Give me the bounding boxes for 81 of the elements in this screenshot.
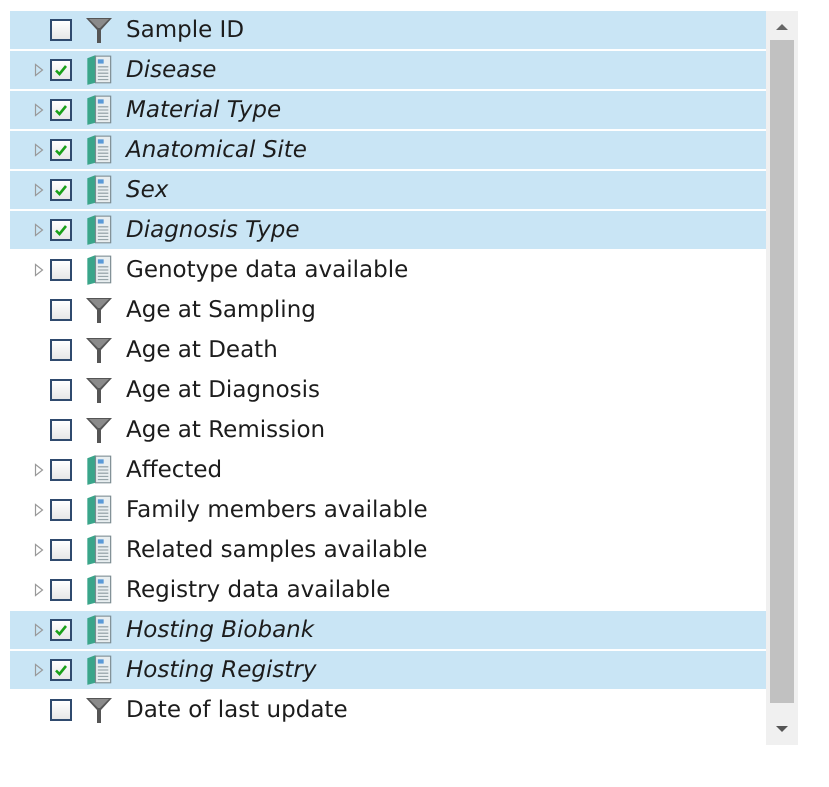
row-label: Sample ID bbox=[126, 17, 244, 43]
checkbox[interactable] bbox=[50, 139, 72, 161]
checkbox[interactable] bbox=[50, 59, 72, 81]
book-icon bbox=[85, 574, 113, 606]
checkbox[interactable] bbox=[50, 259, 72, 281]
row-label: Anatomical Site bbox=[126, 137, 307, 163]
book-icon bbox=[85, 254, 113, 286]
row-label: Related samples available bbox=[126, 537, 428, 563]
tree-row[interactable]: Sex bbox=[10, 171, 766, 209]
checkbox[interactable] bbox=[50, 499, 72, 521]
tree-row[interactable]: Hosting Registry bbox=[10, 651, 766, 689]
tree-row[interactable]: Diagnosis Type bbox=[10, 211, 766, 249]
book-icon bbox=[85, 454, 113, 486]
checkbox[interactable] bbox=[50, 299, 72, 321]
tree-row[interactable]: Registry data available bbox=[10, 571, 766, 609]
tree-row[interactable]: Age at Diagnosis bbox=[10, 371, 766, 409]
book-icon bbox=[85, 614, 113, 646]
tree-row[interactable]: Date of last update bbox=[10, 691, 766, 729]
checkbox[interactable] bbox=[50, 339, 72, 361]
checkbox[interactable] bbox=[50, 419, 72, 441]
row-label: Disease bbox=[126, 57, 216, 83]
checkbox[interactable] bbox=[50, 99, 72, 121]
row-label: Genotype data available bbox=[126, 257, 408, 283]
tree-row[interactable]: Hosting Biobank bbox=[10, 611, 766, 649]
funnel-icon bbox=[85, 16, 113, 44]
scroll-thumb[interactable] bbox=[770, 40, 794, 703]
book-icon bbox=[85, 54, 113, 86]
tree-row[interactable]: Affected bbox=[10, 451, 766, 489]
funnel-icon bbox=[85, 416, 113, 444]
tree-row[interactable]: Related samples available bbox=[10, 531, 766, 569]
row-label: Hosting Registry bbox=[126, 657, 316, 683]
funnel-icon bbox=[85, 296, 113, 324]
tree-row[interactable]: Family members available bbox=[10, 491, 766, 529]
checkbox[interactable] bbox=[50, 219, 72, 241]
checkbox[interactable] bbox=[50, 539, 72, 561]
expander-icon[interactable] bbox=[34, 463, 44, 477]
tree-row[interactable]: Anatomical Site bbox=[10, 131, 766, 169]
checkbox[interactable] bbox=[50, 699, 72, 721]
tree-row[interactable]: Age at Sampling bbox=[10, 291, 766, 329]
row-label: Date of last update bbox=[126, 697, 348, 723]
book-icon bbox=[85, 214, 113, 246]
checkbox[interactable] bbox=[50, 579, 72, 601]
tree-row[interactable]: Disease bbox=[10, 51, 766, 89]
row-label: Age at Sampling bbox=[126, 297, 316, 323]
tree-row[interactable]: Sample ID bbox=[10, 11, 766, 49]
row-label: Age at Death bbox=[126, 337, 278, 363]
book-icon bbox=[85, 94, 113, 126]
row-label: Diagnosis Type bbox=[126, 217, 300, 243]
book-icon bbox=[85, 174, 113, 206]
tree-row[interactable]: Material Type bbox=[10, 91, 766, 129]
checkbox[interactable] bbox=[50, 179, 72, 201]
row-label: Hosting Biobank bbox=[126, 617, 314, 643]
tree-row[interactable]: Age at Remission bbox=[10, 411, 766, 449]
checkbox[interactable] bbox=[50, 19, 72, 41]
tree-row[interactable]: Age at Death bbox=[10, 331, 766, 369]
book-icon bbox=[85, 534, 113, 566]
scroll-down-icon[interactable] bbox=[776, 725, 788, 733]
expander-icon[interactable] bbox=[34, 503, 44, 517]
funnel-icon bbox=[85, 336, 113, 364]
expander-icon[interactable] bbox=[34, 583, 44, 597]
book-icon bbox=[85, 134, 113, 166]
tree-row[interactable]: Genotype data available bbox=[10, 251, 766, 289]
row-label: Registry data available bbox=[126, 577, 390, 603]
expander-icon[interactable] bbox=[34, 263, 44, 277]
expander-icon[interactable] bbox=[34, 543, 44, 557]
row-label: Age at Remission bbox=[126, 417, 326, 443]
row-label: Sex bbox=[126, 177, 168, 203]
funnel-icon bbox=[85, 376, 113, 404]
checkbox[interactable] bbox=[50, 659, 72, 681]
row-label: Material Type bbox=[126, 97, 282, 123]
scroll-up-icon[interactable] bbox=[776, 23, 788, 31]
book-icon bbox=[85, 654, 113, 686]
book-icon bbox=[85, 494, 113, 526]
funnel-icon bbox=[85, 696, 113, 724]
row-label: Affected bbox=[126, 457, 222, 483]
row-label: Family members available bbox=[126, 497, 428, 523]
checkbox[interactable] bbox=[50, 379, 72, 401]
checkbox[interactable] bbox=[50, 459, 72, 481]
scrollbar[interactable] bbox=[766, 11, 798, 745]
row-label: Age at Diagnosis bbox=[126, 377, 320, 403]
checkbox[interactable] bbox=[50, 619, 72, 641]
